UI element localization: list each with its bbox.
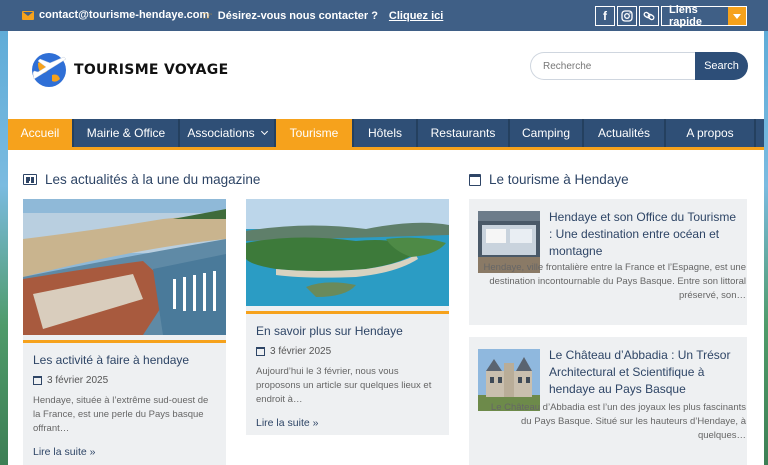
sidebar-post-title[interactable]: Hendaye et son Office du Tourisme : Une …: [549, 209, 739, 260]
article-image[interactable]: [23, 199, 226, 335]
nav-item-label: Mairie & Office: [86, 126, 166, 140]
nav-item-label: Actualités: [597, 126, 651, 140]
link-icon[interactable]: [639, 6, 659, 26]
sidebar-post-excerpt: Hendaye, ville frontalière entre la Fran…: [483, 262, 746, 301]
article-card[interactable]: Les activité à faire à hendaye 3 février…: [23, 199, 226, 465]
page-container: TOURISME VOYAGE Search Accueil Mairie & …: [8, 31, 764, 465]
calendar-icon: [256, 347, 265, 356]
nav-item-label: Accueil: [20, 126, 60, 140]
contact-prompt: ☞ Désirez-vous nous contacter ? Cliquez …: [202, 9, 443, 23]
nav-item-a-propos[interactable]: A propos: [666, 119, 756, 147]
sidebar-post[interactable]: Le Château d’Abbadia : Un Trésor Archite…: [469, 337, 747, 465]
article-date: 3 février 2025: [33, 375, 216, 386]
article-card[interactable]: En savoir plus sur Hendaye 3 février 202…: [246, 199, 449, 435]
contact-email[interactable]: contact@tourisme-hendaye.com: [22, 9, 209, 21]
nav-item-label: Camping: [521, 126, 571, 140]
nav-item-label: A propos: [686, 126, 734, 140]
nav-item-accueil[interactable]: Accueil: [8, 119, 74, 147]
top-bar: contact@tourisme-hendaye.com ☞ Désirez-v…: [0, 0, 768, 31]
nav-item-label: Tourisme: [289, 126, 339, 140]
tourism-section-title: Le tourisme à Hendaye: [469, 172, 629, 187]
article-date: 3 février 2025: [256, 346, 439, 357]
sidebar-post[interactable]: Hendaye et son Office du Tourisme : Une …: [469, 199, 747, 325]
card-accent-bar: [23, 340, 226, 343]
nav-item-actualites[interactable]: Actualités: [584, 119, 666, 147]
nav-item-tourisme[interactable]: Tourisme: [276, 119, 354, 147]
contact-email-text[interactable]: contact@tourisme-hendaye.com: [39, 9, 209, 21]
newspaper-icon: [23, 174, 37, 185]
search-button[interactable]: Search: [695, 52, 748, 80]
article-date-text: 3 février 2025: [47, 375, 109, 386]
site-header: TOURISME VOYAGE Search: [8, 31, 764, 119]
news-section-title-text: Les actualités à la une du magazine: [45, 172, 261, 187]
search-input[interactable]: [530, 52, 695, 80]
calendar-icon: [33, 376, 42, 385]
nav-item-label: Associations: [187, 126, 255, 140]
nav-item-camping[interactable]: Camping: [510, 119, 584, 147]
article-title[interactable]: Les activité à faire à hendaye: [33, 353, 216, 368]
calendar-icon: [469, 173, 481, 186]
article-excerpt: Hendaye, située à l’extrême sud-ouest de…: [33, 395, 209, 434]
sidebar-post-title[interactable]: Le Château d’Abbadia : Un Trésor Archite…: [549, 347, 739, 398]
main-navigation: Accueil Mairie & Office Associations Tou…: [8, 119, 764, 150]
card-accent-bar: [246, 311, 449, 314]
hand-pointing-icon: ☞: [202, 9, 213, 23]
tourism-section-title-text: Le tourisme à Hendaye: [489, 172, 629, 187]
article-image[interactable]: [246, 199, 449, 306]
article-excerpt: Aujourd’hui le 3 février, nous vous prop…: [256, 366, 432, 405]
nav-item-associations[interactable]: Associations: [180, 119, 276, 147]
read-more-link[interactable]: Lire la suite »: [33, 446, 216, 458]
chevron-down-icon: [728, 7, 746, 25]
nav-item-mairie-office[interactable]: Mairie & Office: [74, 119, 180, 147]
instagram-icon[interactable]: [617, 6, 637, 26]
contact-question: Désirez-vous nous contacter ?: [217, 10, 378, 22]
nav-item-hotels[interactable]: Hôtels: [354, 119, 418, 147]
quick-links-label: Liens rapide: [669, 4, 703, 28]
nav-item-restaurants[interactable]: Restaurants: [418, 119, 510, 147]
nav-item-label: Hôtels: [367, 126, 402, 140]
news-section-title: Les actualités à la une du magazine: [23, 172, 260, 187]
facebook-icon[interactable]: f: [595, 6, 615, 26]
globe-plane-logo-icon[interactable]: [28, 49, 70, 91]
nav-item-label: Restaurants: [430, 126, 496, 140]
article-title[interactable]: En savoir plus sur Hendaye: [256, 324, 439, 339]
read-more-link[interactable]: Lire la suite »: [256, 417, 439, 429]
sidebar-post-excerpt: Le Château d’Abbadia est l’un des joyaux…: [490, 402, 746, 441]
chevron-down-icon: [260, 127, 268, 136]
article-date-text: 3 février 2025: [270, 346, 332, 357]
envelope-icon: [22, 10, 34, 20]
search-bar: Search: [530, 52, 748, 80]
site-logo-text[interactable]: TOURISME VOYAGE: [74, 62, 228, 78]
quick-links-dropdown[interactable]: Liens rapide: [661, 4, 747, 28]
contact-link[interactable]: Cliquez ici: [389, 10, 443, 22]
